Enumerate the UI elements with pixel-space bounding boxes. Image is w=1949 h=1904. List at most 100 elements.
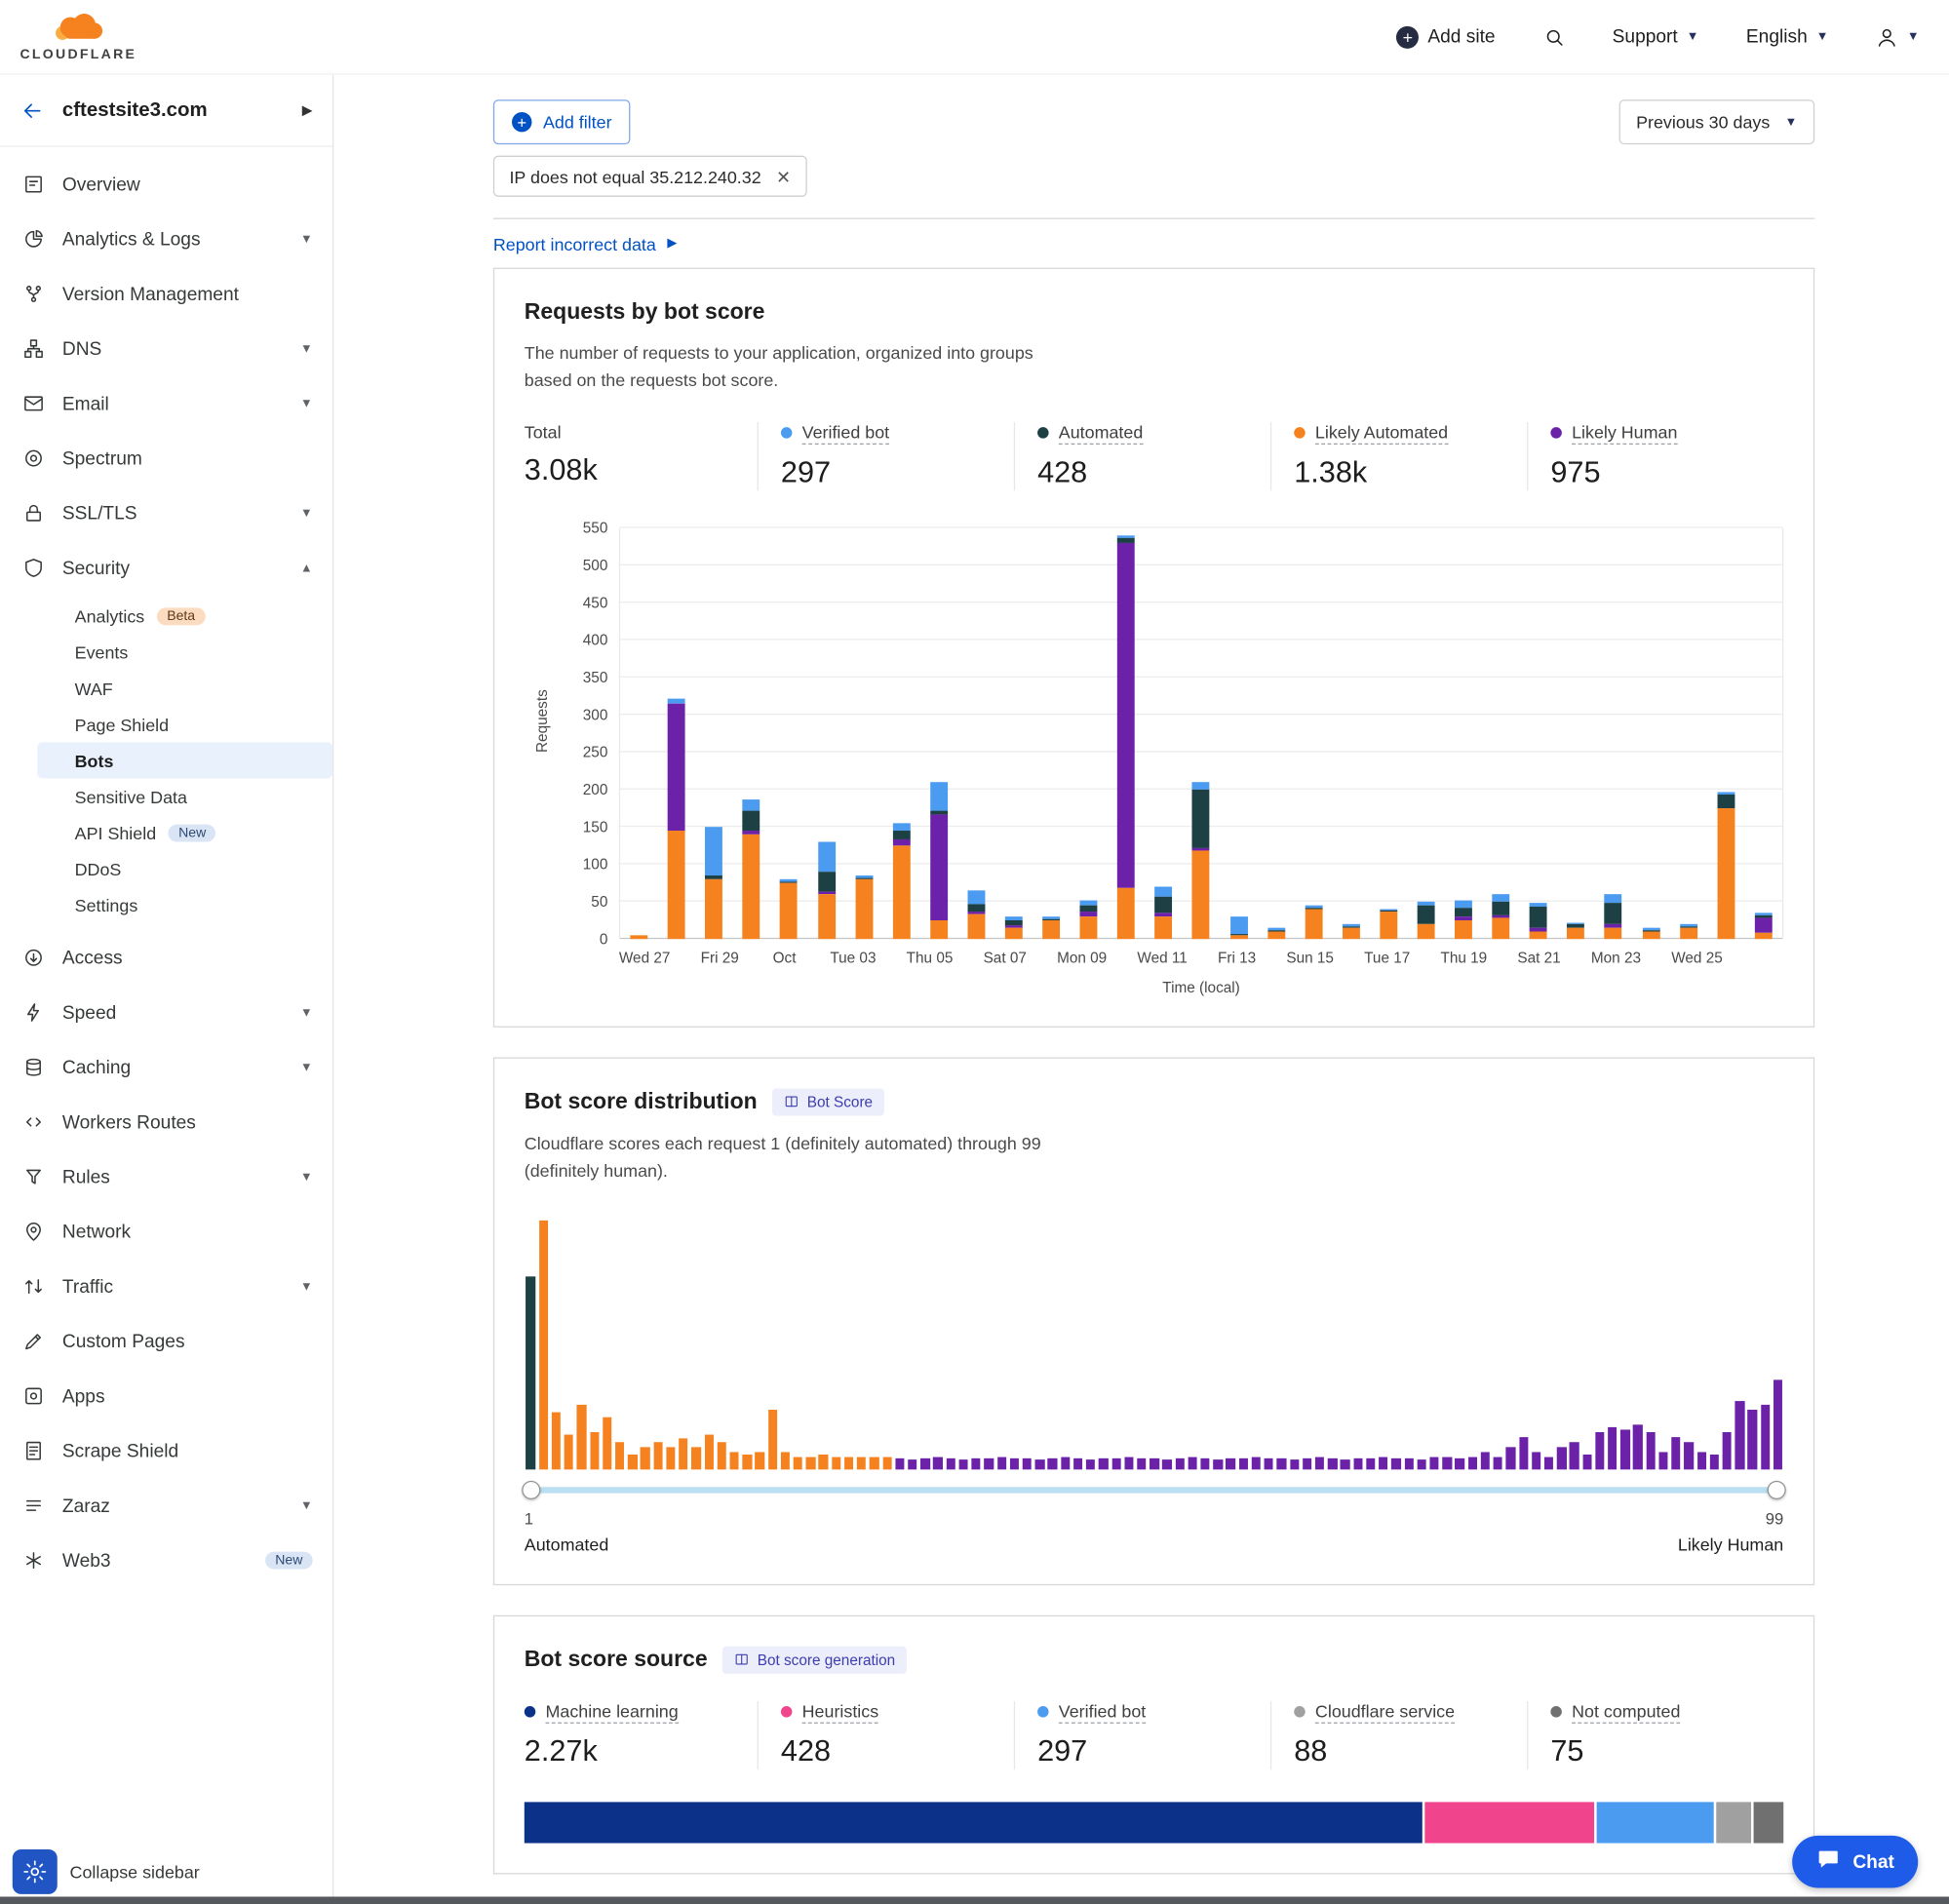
search-button[interactable]	[1542, 25, 1565, 48]
score-bar-18[interactable]	[743, 1454, 752, 1468]
slider-track[interactable]	[525, 1487, 1783, 1493]
score-bar-36[interactable]	[971, 1457, 980, 1468]
score-bar-72[interactable]	[1429, 1457, 1438, 1469]
score-bar-44[interactable]	[1073, 1457, 1082, 1468]
stacked-bar-7[interactable]	[855, 527, 873, 939]
score-bar-57[interactable]	[1239, 1457, 1248, 1468]
score-bar-12[interactable]	[666, 1447, 675, 1469]
stacked-bar-6[interactable]	[818, 527, 836, 939]
sidebar-item-waf[interactable]: WAF	[0, 670, 332, 706]
stacked-bar-27[interactable]	[1605, 527, 1622, 939]
stacked-bar-3[interactable]	[705, 527, 722, 939]
stacked-bar-31[interactable]	[1755, 527, 1773, 939]
sidebar-item-bots[interactable]: Bots	[37, 742, 332, 778]
sidebar-item-overview[interactable]: Overview	[0, 157, 332, 212]
score-bar-20[interactable]	[768, 1409, 777, 1468]
score-bar-30[interactable]	[895, 1457, 904, 1468]
score-bar-53[interactable]	[1188, 1457, 1196, 1469]
sidebar-item-analytics-logs[interactable]: Analytics & Logs▼	[0, 212, 332, 266]
score-bar-22[interactable]	[794, 1457, 802, 1469]
score-bar-85[interactable]	[1595, 1431, 1604, 1468]
score-bar-97[interactable]	[1748, 1409, 1757, 1468]
score-bar-49[interactable]	[1137, 1457, 1146, 1468]
score-bar-60[interactable]	[1277, 1457, 1286, 1468]
score-bar-79[interactable]	[1519, 1437, 1528, 1469]
stacked-bar-16[interactable]	[1192, 527, 1210, 939]
score-bar-13[interactable]	[679, 1438, 687, 1469]
stacked-bar-12[interactable]	[1042, 527, 1060, 939]
stacked-bar-22[interactable]	[1418, 527, 1435, 939]
score-bar-8[interactable]	[615, 1442, 624, 1469]
stacked-bar-15[interactable]	[1155, 527, 1173, 939]
score-bar-23[interactable]	[806, 1457, 815, 1469]
score-bar-25[interactable]	[832, 1457, 840, 1469]
stacked-bar-14[interactable]	[1117, 527, 1135, 939]
bot-score-doc-badge[interactable]: Bot Score	[772, 1088, 884, 1115]
score-bar-15[interactable]	[704, 1434, 713, 1469]
score-bar-7[interactable]	[603, 1417, 611, 1469]
language-menu[interactable]: English ▼	[1746, 26, 1828, 48]
score-bar-11[interactable]	[653, 1442, 662, 1469]
score-bar-61[interactable]	[1290, 1459, 1299, 1469]
score-bar-88[interactable]	[1633, 1424, 1642, 1469]
score-bar-69[interactable]	[1391, 1457, 1400, 1468]
sidebar-item-traffic[interactable]: Traffic▼	[0, 1259, 332, 1313]
sidebar-item-web3[interactable]: Web3New	[0, 1533, 332, 1587]
score-bar-51[interactable]	[1162, 1459, 1171, 1469]
stacked-bar-24[interactable]	[1493, 527, 1510, 939]
score-bar-54[interactable]	[1200, 1457, 1209, 1468]
score-bar-24[interactable]	[819, 1454, 828, 1468]
score-bar-80[interactable]	[1532, 1452, 1540, 1469]
sidebar-item-version-management[interactable]: Version Management	[0, 266, 332, 321]
stacked-bar-4[interactable]	[743, 527, 760, 939]
slider-handle-min[interactable]	[522, 1480, 540, 1498]
score-bar-83[interactable]	[1570, 1442, 1579, 1469]
support-menu[interactable]: Support ▼	[1613, 26, 1699, 48]
score-bar-3[interactable]	[552, 1412, 561, 1469]
score-bar-16[interactable]	[717, 1442, 725, 1469]
score-bar-52[interactable]	[1175, 1457, 1184, 1468]
score-bar-46[interactable]	[1099, 1457, 1108, 1468]
score-bar-81[interactable]	[1544, 1457, 1553, 1469]
score-bar-48[interactable]	[1124, 1457, 1133, 1469]
stacked-bar-1[interactable]	[630, 527, 647, 939]
score-bar-17[interactable]	[729, 1452, 738, 1469]
score-bar-42[interactable]	[1048, 1457, 1057, 1468]
stacked-bar-18[interactable]	[1267, 527, 1285, 939]
add-site-button[interactable]: + Add site	[1396, 25, 1495, 48]
score-bar-26[interactable]	[844, 1457, 853, 1469]
back-arrow-icon[interactable]	[19, 97, 45, 123]
stacked-bar-23[interactable]	[1455, 527, 1472, 939]
score-bar-66[interactable]	[1353, 1457, 1362, 1468]
bot-score-generation-doc-badge[interactable]: Bot score generation	[722, 1646, 907, 1673]
score-bar-9[interactable]	[628, 1454, 637, 1468]
stacked-bar-26[interactable]	[1567, 527, 1584, 939]
score-bar-99[interactable]	[1774, 1379, 1782, 1469]
score-bar-38[interactable]	[997, 1457, 1006, 1469]
score-bar-64[interactable]	[1328, 1457, 1337, 1468]
stacked-bar-13[interactable]	[1080, 527, 1098, 939]
score-bar-34[interactable]	[946, 1457, 955, 1468]
score-bar-56[interactable]	[1227, 1457, 1235, 1468]
preferences-gear-button[interactable]	[13, 1849, 58, 1894]
score-bar-98[interactable]	[1761, 1404, 1770, 1468]
score-bar-5[interactable]	[577, 1404, 586, 1468]
sidebar-item-analytics[interactable]: AnalyticsBeta	[0, 598, 332, 634]
stacked-bar-28[interactable]	[1642, 527, 1659, 939]
score-bar-41[interactable]	[1035, 1459, 1044, 1469]
score-bar-14[interactable]	[691, 1447, 700, 1469]
sidebar-item-sensitive-data[interactable]: Sensitive Data	[0, 778, 332, 814]
score-bar-96[interactable]	[1735, 1401, 1744, 1469]
stacked-bar-19[interactable]	[1305, 527, 1322, 939]
slider-handle-max[interactable]	[1768, 1480, 1786, 1498]
score-bar-86[interactable]	[1608, 1426, 1617, 1468]
score-bar-74[interactable]	[1456, 1457, 1464, 1468]
score-bar-63[interactable]	[1315, 1457, 1324, 1469]
sidebar-item-custom-pages[interactable]: Custom Pages	[0, 1314, 332, 1369]
sidebar-item-api-shield[interactable]: API ShieldNew	[0, 814, 332, 850]
score-bar-62[interactable]	[1303, 1457, 1311, 1468]
score-bar-43[interactable]	[1061, 1457, 1070, 1469]
score-bar-47[interactable]	[1111, 1457, 1120, 1468]
sidebar-item-network[interactable]: Network	[0, 1204, 332, 1259]
score-bar-10[interactable]	[641, 1447, 649, 1469]
